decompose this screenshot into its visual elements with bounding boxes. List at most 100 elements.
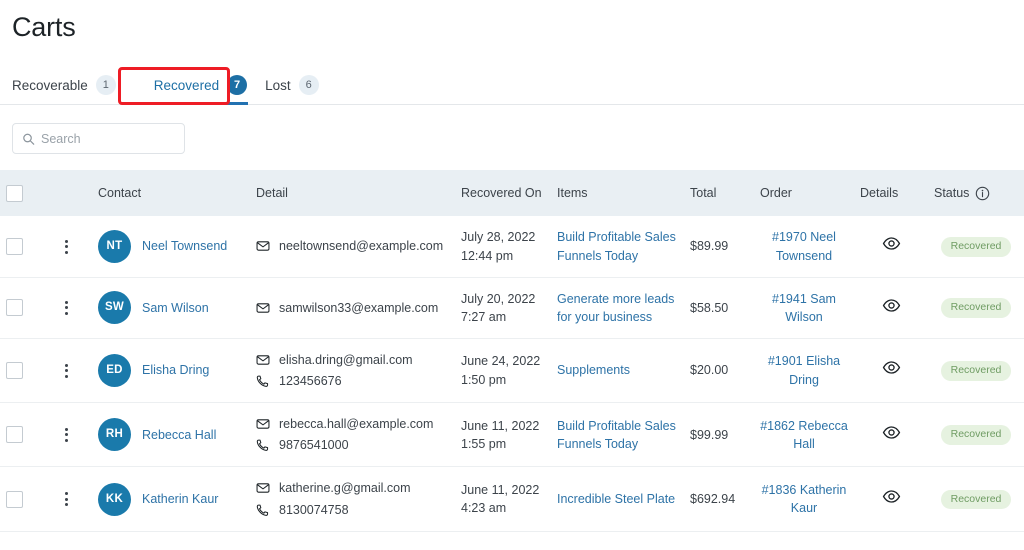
tab-lost-count: 6: [298, 75, 319, 96]
column-header-status: Status: [928, 170, 1024, 217]
contact-name-link[interactable]: Katherin Kaur: [142, 490, 218, 508]
row-checkbox[interactable]: [6, 299, 23, 317]
eye-icon[interactable]: [882, 423, 901, 442]
eye-icon[interactable]: [882, 487, 901, 506]
order-link[interactable]: #1862 Rebecca Hall: [760, 417, 848, 453]
order-link[interactable]: #1901 Elisha Dring: [760, 352, 848, 388]
recovered-on-text: June 11, 2022 1:55 pm: [461, 418, 540, 451]
row-menu-icon[interactable]: [58, 492, 74, 507]
status-cell: Recovered: [928, 402, 1024, 468]
contact-name-link[interactable]: Sam Wilson: [142, 299, 209, 317]
order-link[interactable]: #1941 Sam Wilson: [760, 290, 848, 326]
status-badge: Recovered: [940, 361, 1012, 381]
item-link[interactable]: Incredible Steel Plate: [557, 492, 675, 506]
tab-lost[interactable]: Lost 6: [265, 65, 337, 104]
carts-table: Contact Detail Recovered On Items Total …: [0, 170, 1024, 532]
row-checkbox[interactable]: [6, 362, 23, 380]
contact-name-link[interactable]: Rebecca Hall: [142, 426, 216, 444]
table-row: NT Neel Townsend neeltownsend@example.co…: [0, 216, 1024, 278]
items-cell: Incredible Steel Plate: [551, 466, 684, 532]
table-header-row: Contact Detail Recovered On Items Total …: [0, 170, 1024, 217]
row-select-cell: [0, 338, 52, 404]
total-cell: $89.99: [684, 216, 754, 278]
row-menu-icon[interactable]: [58, 239, 74, 254]
table-row: KK Katherin Kaur katherine.g@gmail.com 8…: [0, 466, 1024, 532]
email-icon: [256, 302, 270, 313]
recovered-on-text: July 28, 2022 12:44 pm: [461, 230, 536, 263]
recovered-on-text: July 20, 2022 7:27 am: [461, 291, 536, 324]
recovered-on-cell: July 20, 2022 7:27 am: [455, 277, 551, 339]
row-menu-icon[interactable]: [58, 363, 74, 378]
column-header-order: Order: [754, 170, 854, 217]
row-select-cell: [0, 402, 52, 468]
recovered-on-text: June 24, 2022 1:50 pm: [461, 354, 541, 387]
row-select-cell: [0, 466, 52, 532]
item-link[interactable]: Generate more leads for your business: [557, 292, 674, 324]
email-icon: [256, 419, 270, 429]
search-input[interactable]: [13, 124, 184, 154]
table-body: NT Neel Townsend neeltownsend@example.co…: [0, 216, 1024, 532]
eye-icon[interactable]: [882, 296, 901, 315]
details-cell: [854, 277, 928, 339]
search-row: [0, 105, 1024, 155]
table-row: RH Rebecca Hall rebecca.hall@example.com: [0, 402, 1024, 468]
search-box[interactable]: [12, 123, 185, 155]
eye-icon[interactable]: [882, 234, 901, 253]
row-actions-cell: [52, 277, 92, 339]
items-cell: Generate more leads for your business: [551, 277, 684, 339]
recovered-on-cell: June 24, 2022 1:50 pm: [455, 338, 551, 404]
contact-name-link[interactable]: Elisha Dring: [142, 361, 209, 379]
row-checkbox[interactable]: [6, 490, 23, 508]
eye-icon[interactable]: [882, 358, 901, 377]
total-text: $692.94: [690, 491, 736, 506]
row-menu-icon[interactable]: [58, 427, 74, 442]
detail-cell: rebecca.hall@example.com 9876541000: [250, 402, 455, 468]
avatar: SW: [98, 291, 131, 325]
select-all-checkbox[interactable]: [6, 184, 23, 202]
detail-cell: neeltownsend@example.com: [250, 216, 455, 278]
row-checkbox[interactable]: [6, 426, 23, 444]
status-badge: Recovered: [940, 489, 1012, 510]
item-link[interactable]: Build Profitable Sales Funnels Today: [557, 230, 676, 262]
items-cell: Supplements: [551, 338, 684, 404]
item-link[interactable]: Build Profitable Sales Funnels Today: [557, 419, 676, 451]
page-title: Carts: [12, 12, 76, 42]
order-link[interactable]: #1970 Neel Townsend: [760, 228, 848, 264]
details-cell: [854, 216, 928, 278]
order-cell: #1941 Sam Wilson: [754, 277, 854, 339]
tab-recovered-label: Recovered: [153, 77, 220, 93]
status-badge: Recovered: [940, 425, 1012, 446]
items-cell: Build Profitable Sales Funnels Today: [551, 216, 684, 278]
column-header-details: Details: [854, 170, 928, 217]
avatar: KK: [98, 482, 131, 516]
tabs-list: Recoverable 1 Recovered 7 Lost 6: [12, 65, 1024, 106]
row-select-cell: [0, 216, 52, 278]
column-header-items: Items: [551, 170, 684, 217]
total-cell: $99.99: [684, 402, 754, 468]
phone-text: 123456676: [279, 374, 342, 389]
phone-text: 9876541000: [279, 438, 349, 453]
tab-recoverable-label: Recoverable: [12, 77, 88, 93]
info-circle-icon[interactable]: [975, 186, 990, 201]
email-text: samwilson33@example.com: [279, 300, 439, 315]
column-header-status-label: Status: [934, 185, 970, 200]
item-link[interactable]: Supplements: [557, 363, 630, 377]
row-checkbox[interactable]: [6, 238, 23, 256]
order-link[interactable]: #1836 Katherin Kaur: [760, 481, 848, 517]
contact-name-link[interactable]: Neel Townsend: [142, 237, 227, 255]
row-select-cell: [0, 277, 52, 339]
email-icon: [256, 483, 270, 494]
tab-recoverable-count: 1: [95, 75, 116, 96]
tab-recoverable[interactable]: Recoverable 1: [12, 65, 134, 104]
recovered-on-text: June 11, 2022 4:23 am: [461, 482, 540, 516]
carts-table-wrap: Contact Detail Recovered On Items Total …: [0, 170, 1024, 532]
phone-icon: [256, 375, 269, 387]
row-menu-icon[interactable]: [58, 300, 74, 315]
contact-cell: NT Neel Townsend: [92, 216, 250, 278]
contact-cell: ED Elisha Dring: [92, 338, 250, 404]
carts-page: Carts Recoverable 1 Recovered 7 Lost 6 S…: [0, 11, 1024, 550]
order-cell: #1970 Neel Townsend: [754, 216, 854, 278]
details-cell: [854, 466, 928, 532]
email-icon: [256, 241, 270, 252]
tab-recovered[interactable]: Recovered 7: [134, 65, 265, 106]
